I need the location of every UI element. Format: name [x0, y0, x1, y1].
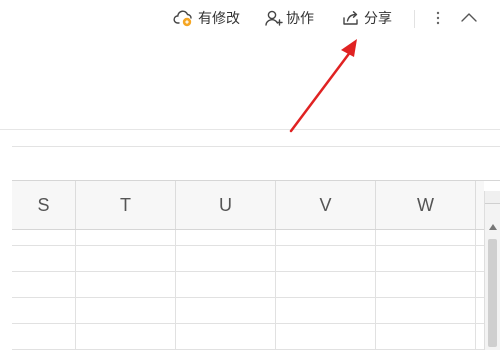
chevron-up-icon [460, 11, 478, 25]
top-toolbar: 有修改 协作 分享 [0, 4, 500, 32]
scrollbar-split-handle[interactable] [485, 191, 500, 204]
grid-column-line [75, 230, 76, 350]
grid-column-line [175, 230, 176, 350]
toolbar-divider [414, 10, 415, 28]
column-header-w[interactable]: W [376, 181, 476, 229]
modified-status-label: 有修改 [198, 11, 240, 27]
share-label: 分享 [364, 11, 392, 27]
grid-column-line [275, 230, 276, 350]
vertical-scrollbar[interactable] [484, 191, 500, 350]
grid-column-line [375, 230, 376, 350]
collapse-toolbar-button[interactable] [458, 6, 480, 30]
column-header-v[interactable]: V [276, 181, 376, 229]
share-icon [341, 8, 361, 28]
scroll-up-button[interactable] [485, 219, 500, 233]
grid-row-line [12, 271, 484, 272]
spreadsheet-grid: S T U V W [12, 180, 500, 350]
column-header-t[interactable]: T [76, 181, 176, 229]
more-vertical-icon [435, 9, 441, 27]
cloud-sync-icon [173, 8, 195, 28]
cell-grid[interactable] [12, 230, 484, 350]
collaborate-button[interactable]: 协作 [265, 6, 314, 30]
collaborate-label: 协作 [286, 11, 314, 27]
column-header-u[interactable]: U [176, 181, 276, 229]
ribbon-divider [0, 129, 500, 130]
scrollbar-thumb[interactable] [488, 239, 497, 347]
caret-up-icon [489, 217, 497, 235]
column-header-s[interactable]: S [12, 181, 76, 229]
formula-bar[interactable] [12, 146, 500, 181]
spreadsheet-screen: 有修改 协作 分享 S T U V W [0, 0, 500, 350]
grid-row-line [12, 323, 484, 324]
column-header-row: S T U V W [12, 181, 484, 230]
grid-row-line [12, 245, 484, 246]
grid-column-line [475, 230, 476, 350]
user-add-icon [265, 8, 283, 28]
share-button[interactable]: 分享 [341, 6, 392, 30]
grid-row-line [12, 297, 484, 298]
more-options-button[interactable] [428, 6, 448, 30]
modified-status-button[interactable]: 有修改 [173, 6, 240, 30]
